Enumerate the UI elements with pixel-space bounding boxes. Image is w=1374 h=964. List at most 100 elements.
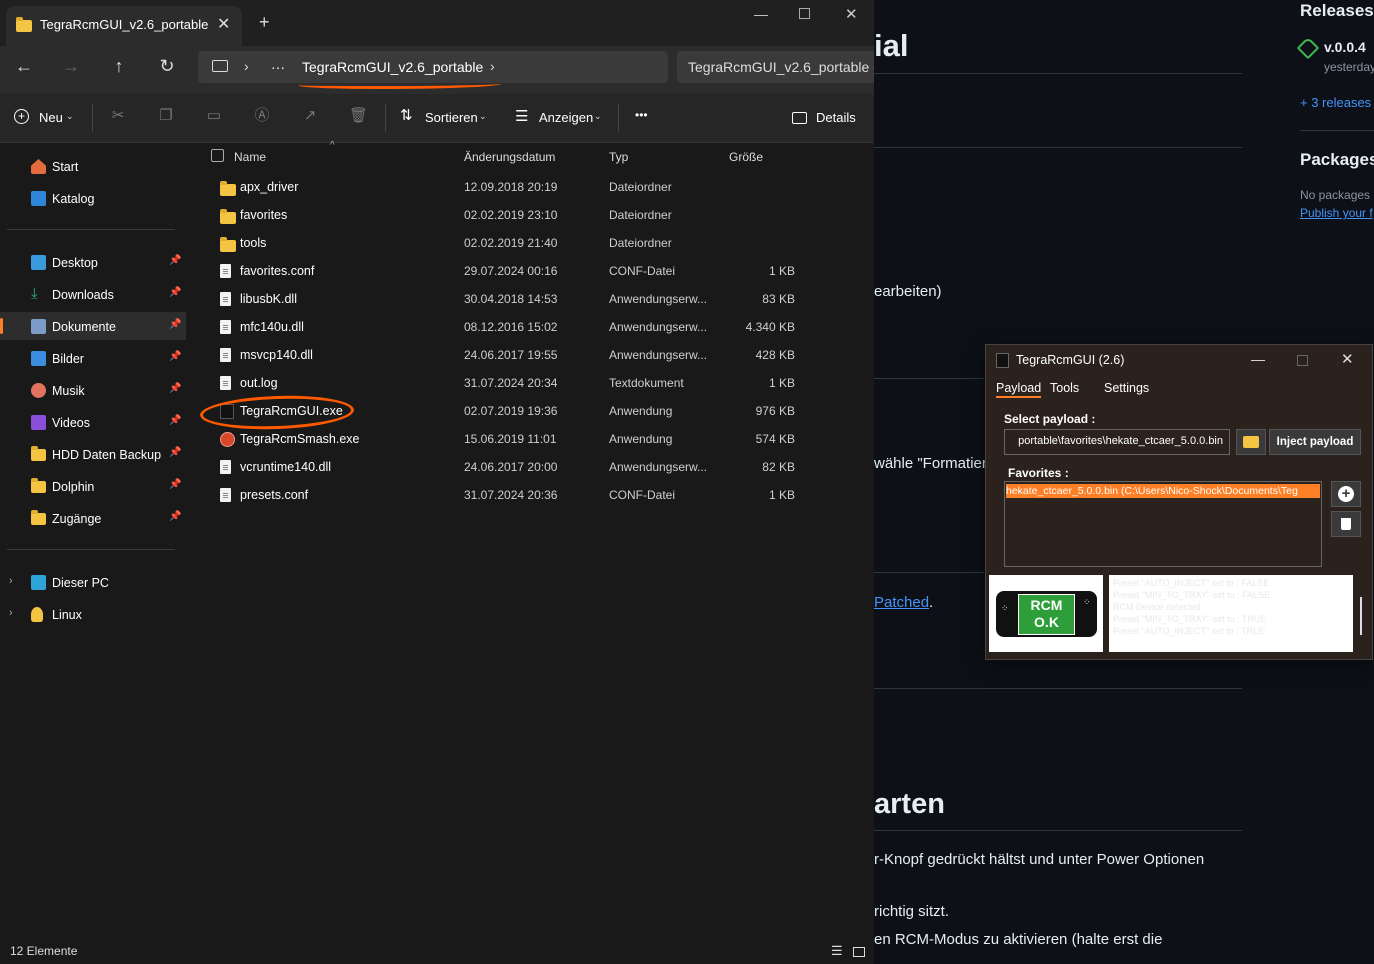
breadcrumb-ellipsis[interactable]: ··· [271,59,285,75]
new-plus-icon[interactable]: + [14,109,29,124]
new-tab-icon[interactable]: + [259,12,270,33]
breadcrumb-separator-icon[interactable]: › [244,58,249,74]
favorites-list-item-selected[interactable]: hekate_ctcaer_5.0.0.bin (C:\Users\Nico-S… [1006,484,1320,498]
sort-button[interactable]: Sortieren [425,110,478,125]
sidebar-item-hdd-daten-backup[interactable]: HDD Daten Backup 📌 [0,440,186,468]
column-header-type[interactable]: Typ [609,150,628,164]
file-row[interactable]: mfc140u.dll 08.12.2016 15:02 Anwendungserw… [196,313,874,341]
close-window-icon[interactable]: ✕ [845,5,858,23]
breadcrumb-current-folder[interactable]: TegraRcmGUI_v2.6_portable [302,59,483,75]
select-all-checkbox[interactable] [211,149,224,162]
delete-favorite-button[interactable] [1331,511,1361,537]
maximize-icon[interactable] [799,8,810,19]
column-header-name[interactable]: Name [234,150,266,164]
browse-payload-button[interactable] [1236,429,1266,455]
sidebar-item-dieser-pc[interactable]: › Dieser PC [0,568,186,596]
explorer-tab[interactable]: TegraRcmGUI_v2.6_portable ✕ [6,6,242,46]
tab-settings[interactable]: Settings [1104,381,1149,395]
sidebar-item-dolphin[interactable]: Dolphin 📌 [0,472,186,500]
pin-icon[interactable]: 📌 [169,255,181,266]
sidebar-item-zugange[interactable]: Zugänge 📌 [0,504,186,532]
sidebar-item-bilder[interactable]: Bilder 📌 [0,344,186,372]
address-bar[interactable]: › ··· TegraRcmGUI_v2.6_portable › [198,51,668,89]
view-button[interactable]: Anzeigen [539,110,593,125]
file-row[interactable]: msvcp140.dll 24.06.2017 19:55 Anwendungser… [196,341,874,369]
file-row[interactable]: tools 02.02.2019 21:40 Dateiordner [196,229,874,257]
file-name: libusbK.dll [240,292,297,306]
file-row[interactable]: libusbK.dll 30.04.2018 14:53 Anwendungserw… [196,285,874,313]
sidebar-item-musik[interactable]: Musik 📌 [0,376,186,404]
file-row[interactable]: vcruntime140.dll 24.06.2017 20:00 Anwendun… [196,453,874,481]
sidebar-item-desktop[interactable]: Desktop 📌 [0,248,186,276]
readme-text-fragment: wähle "Formatier [874,455,987,472]
delete-icon[interactable]: 🗑 [349,107,368,125]
patched-link[interactable]: Patched [874,594,929,611]
search-box[interactable]: TegraRcmGUI_v2.6_portable du [677,51,874,83]
packages-heading[interactable]: Packages [1300,150,1374,170]
favorites-list[interactable]: hekate_ctcaer_5.0.0.bin (C:\Users\Nico-S… [1004,481,1322,567]
release-tag[interactable]: v.0.0.4 [1324,39,1366,55]
add-favorite-button[interactable]: + [1331,481,1361,507]
sort-icon[interactable]: ⇅ [400,106,413,124]
details-view-icon[interactable]: ☰ [831,943,843,959]
view-icon[interactable]: ☰ [515,107,528,125]
sidebar-item-start[interactable]: Start [0,152,186,180]
column-header-size[interactable]: Größe [729,150,763,164]
file-date: 02.02.2019 23:10 [464,208,558,222]
back-icon[interactable]: ← [8,50,40,82]
file-row[interactable]: favorites 02.02.2019 23:10 Dateiordner [196,201,874,229]
forward-icon[interactable]: → [55,50,87,82]
payload-path-input[interactable]: portable\favorites\hekate_ctcaer_5.0.0.b… [1004,429,1230,455]
breadcrumb-chevron-icon[interactable]: › [490,58,495,74]
pin-icon[interactable]: 📌 [169,511,181,522]
file-row[interactable]: favorites.conf 29.07.2024 00:16 CONF-Datei… [196,257,874,285]
file-row[interactable]: presets.conf 31.07.2024 20:36 CONF-Datei 1 … [196,481,874,509]
publish-package-link[interactable]: Publish your f [1300,206,1373,220]
tiles-view-icon[interactable] [853,947,865,957]
log-scrollbar[interactable] [1354,575,1368,652]
sidebar-item-downloads[interactable]: ⤓ Downloads 📌 [0,280,186,308]
tab-tools[interactable]: Tools [1050,381,1079,395]
sidebar-item-linux[interactable]: › Linux [0,600,186,628]
readme-text-fragment: richtig sitzt. [874,903,950,920]
up-icon[interactable]: ↑ [103,50,135,82]
pin-icon[interactable]: 📌 [169,319,181,330]
pin-icon[interactable]: 📌 [169,447,181,458]
close-window-icon[interactable]: ✕ [1341,350,1354,368]
details-pane-icon[interactable] [792,112,807,124]
file-row[interactable]: TegraRcmSmash.exe 15.06.2019 11:01 Anwendu… [196,425,874,453]
file-row[interactable]: apx_driver 12.09.2018 20:19 Dateiordner [196,173,874,201]
scrollbar-thumb[interactable] [1360,597,1362,635]
paste-icon[interactable]: ▭ [205,107,223,125]
column-header-date[interactable]: Änderungsdatum [464,150,555,164]
new-button[interactable]: Neu [39,110,63,125]
sidebar-item-katalog[interactable]: Katalog [0,184,186,212]
sidebar-item-videos[interactable]: Videos 📌 [0,408,186,436]
minimize-icon[interactable]: — [1251,351,1265,367]
pin-icon[interactable]: 📌 [169,479,181,490]
more-options-button[interactable]: ••• [635,108,648,122]
releases-heading[interactable]: Releases [1300,1,1374,21]
expand-chevron-icon[interactable]: › [9,575,13,587]
tegrarcmgui-window: TegraRcmGUI (2.6) — ✕ Payload Tools Sett… [985,344,1373,660]
refresh-icon[interactable]: ↻ [151,50,183,82]
tab-payload[interactable]: Payload [996,381,1042,398]
inject-payload-button[interactable]: Inject payload [1269,429,1361,455]
computer-icon[interactable] [212,60,228,72]
cut-icon[interactable]: ✂ [109,107,127,125]
details-button[interactable]: Details [816,110,856,125]
expand-chevron-icon[interactable]: › [9,607,13,619]
file-row[interactable]: out.log 31.07.2024 20:34 Textdokument 1 KB [196,369,874,397]
close-tab-icon[interactable]: ✕ [217,14,230,34]
minimize-icon[interactable]: — [754,6,768,22]
more-releases-link[interactable]: + 3 releases [1300,95,1371,110]
pin-icon[interactable]: 📌 [169,287,181,298]
rename-icon[interactable]: Ⓐ [253,107,271,125]
pin-icon[interactable]: 📌 [169,415,181,426]
maximize-icon[interactable] [1297,355,1308,366]
share-icon[interactable]: ↗ [301,107,319,125]
pin-icon[interactable]: 📌 [169,383,181,394]
sidebar-item-dokumente[interactable]: Dokumente 📌 [0,312,186,340]
copy-icon[interactable]: ❐ [157,107,175,125]
pin-icon[interactable]: 📌 [169,351,181,362]
